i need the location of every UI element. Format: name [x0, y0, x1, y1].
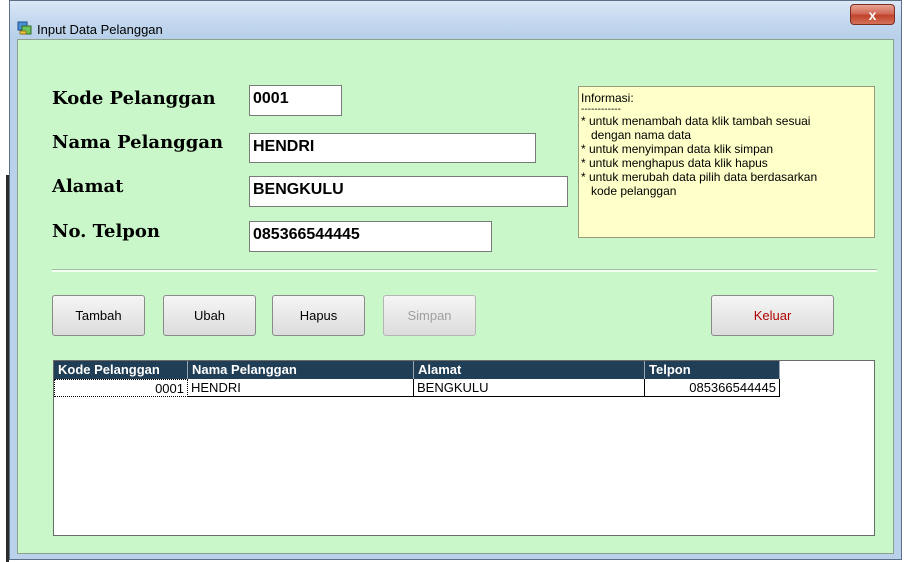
close-icon: x [868, 7, 877, 23]
grid-header-kode[interactable]: Kode Pelanggan [54, 361, 188, 379]
window-title: Input Data Pelanggan [37, 22, 163, 37]
grid-header-alamat[interactable]: Alamat [414, 361, 645, 379]
form-divider [52, 269, 877, 272]
nama-pelanggan-label: Nama Pelanggan [52, 132, 224, 153]
form-client-area: Kode Pelanggan 0001 Nama Pelanggan HENDR… [17, 39, 894, 554]
alamat-label: Alamat [52, 176, 124, 197]
info-panel: Informasi: ------------ * untuk menambah… [578, 86, 875, 238]
pelanggan-data-grid[interactable]: Kode Pelanggan Nama Pelanggan Alamat Tel… [53, 360, 875, 536]
hapus-button[interactable]: Hapus [272, 295, 365, 336]
info-line: * untuk menghapus data klik hapus [581, 156, 768, 170]
ubah-button[interactable]: Ubah [163, 295, 256, 336]
alamat-input[interactable]: BENGKULU [249, 176, 568, 207]
grid-cell-nama[interactable]: HENDRI [188, 379, 414, 397]
background-window-edge [0, 0, 9, 562]
grid-cell-alamat[interactable]: BENGKULU [414, 379, 645, 397]
grid-header-telpon[interactable]: Telpon [645, 361, 780, 379]
info-separator: ------------ [581, 104, 621, 115]
kode-pelanggan-label: Kode Pelanggan [52, 88, 216, 109]
keluar-button[interactable]: Keluar [711, 295, 834, 336]
title-bar[interactable]: Input Data Pelanggan x [10, 1, 901, 39]
info-line: * untuk merubah data pilih data berdasar… [581, 170, 818, 184]
no-telpon-label: No. Telpon [52, 221, 160, 242]
grid-header-row: Kode Pelanggan Nama Pelanggan Alamat Tel… [54, 361, 780, 379]
tambah-button[interactable]: Tambah [52, 295, 145, 336]
info-line-continuation: kode pelanggan [591, 184, 677, 198]
app-window: Input Data Pelanggan x Kode Pelanggan 00… [9, 0, 902, 560]
app-icon [17, 21, 32, 35]
info-title: Informasi: [581, 91, 634, 105]
info-line: * untuk menyimpan data klik simpan [581, 142, 774, 156]
kode-pelanggan-input[interactable]: 0001 [249, 85, 342, 116]
close-button[interactable]: x [850, 4, 895, 25]
grid-cell-telpon[interactable]: 085366544445 [645, 379, 780, 397]
simpan-button[interactable]: Simpan [383, 295, 476, 336]
table-row[interactable]: 0001 HENDRI BENGKULU 085366544445 [54, 379, 780, 397]
grid-cell-kode[interactable]: 0001 [54, 379, 188, 397]
nama-pelanggan-input[interactable]: HENDRI [249, 133, 536, 163]
no-telpon-input[interactable]: 085366544445 [249, 221, 492, 252]
info-line-continuation: dengan nama data [591, 128, 692, 142]
grid-header-nama[interactable]: Nama Pelanggan [188, 361, 414, 379]
info-line: * untuk menambah data klik tambah sesuai [581, 114, 811, 128]
